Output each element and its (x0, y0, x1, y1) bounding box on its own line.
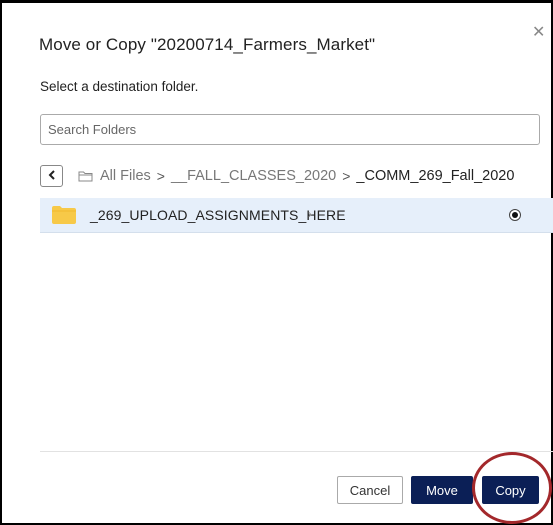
chevron-left-icon (48, 167, 56, 185)
dialog-title: Move or Copy "20200714_Farmers_Market" (39, 35, 376, 54)
folder-outline-icon (78, 170, 93, 182)
breadcrumb-all-files[interactable]: All Files (100, 168, 151, 184)
radio-selected-dot (512, 212, 518, 218)
breadcrumb-fall-classes[interactable]: __FALL_CLASSES_2020 (171, 168, 336, 184)
folder-list-item[interactable]: _269_UPLOAD_ASSIGNMENTS_HERE › (40, 198, 553, 233)
breadcrumb: All Files > __FALL_CLASSES_2020 > _COMM_… (78, 165, 514, 187)
folder-select-radio[interactable] (509, 209, 521, 221)
folder-icon (52, 206, 76, 229)
move-button[interactable]: Move (411, 476, 473, 504)
breadcrumb-separator: > (342, 168, 351, 184)
close-icon[interactable]: ✕ (532, 25, 545, 41)
breadcrumb-separator: > (156, 168, 165, 184)
cancel-button[interactable]: Cancel (337, 476, 403, 504)
footer-divider (40, 451, 553, 452)
dialog-instruction: Select a destination folder. (40, 79, 199, 94)
back-button[interactable] (40, 165, 63, 187)
search-input[interactable] (40, 114, 540, 145)
copy-button[interactable]: Copy (482, 476, 539, 504)
chevron-right-icon[interactable]: › (308, 207, 312, 221)
breadcrumb-current-folder: _COMM_269_Fall_2020 (356, 168, 515, 184)
move-copy-dialog: Move or Copy "20200714_Farmers_Market" ✕… (0, 0, 553, 525)
